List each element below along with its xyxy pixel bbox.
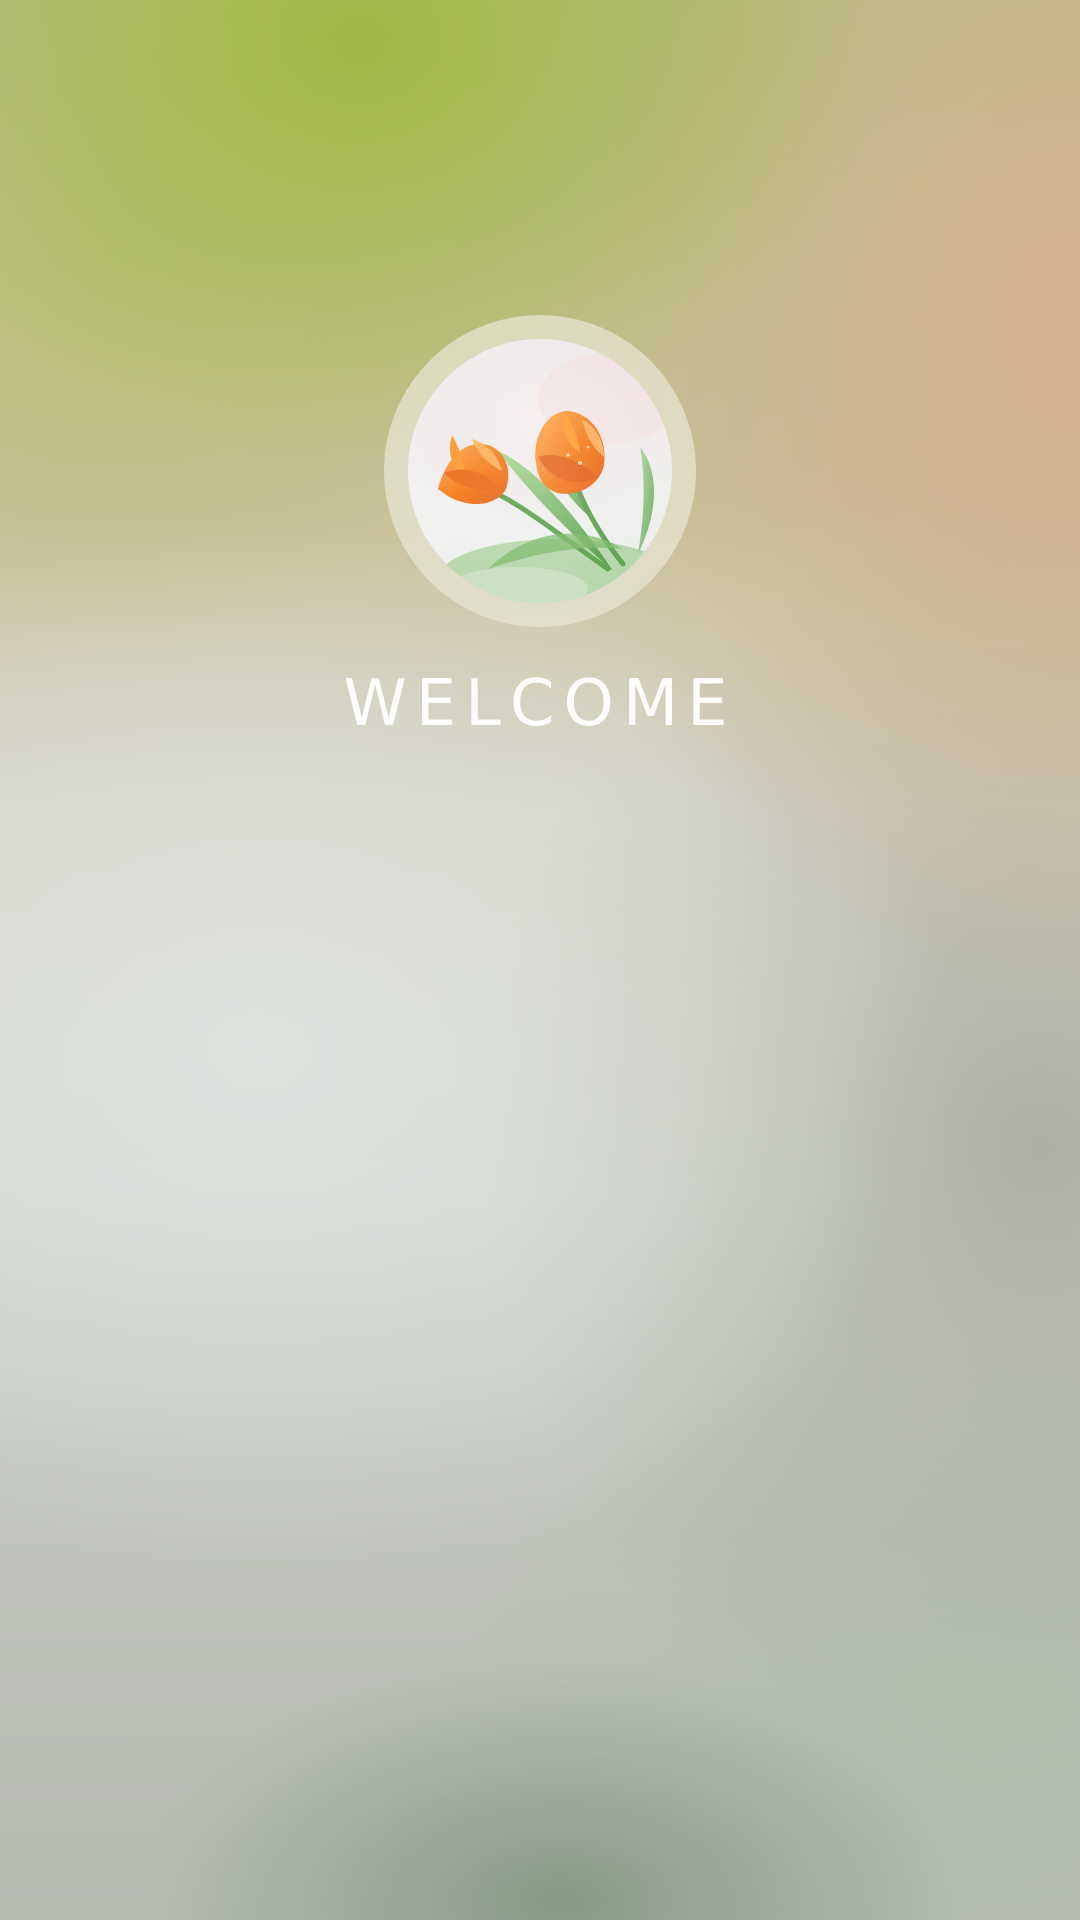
tulip-photo-avatar: [408, 339, 672, 603]
welcome-title: WELCOME: [343, 667, 737, 741]
avatar-ring: [384, 315, 696, 627]
avatar: [408, 339, 672, 603]
